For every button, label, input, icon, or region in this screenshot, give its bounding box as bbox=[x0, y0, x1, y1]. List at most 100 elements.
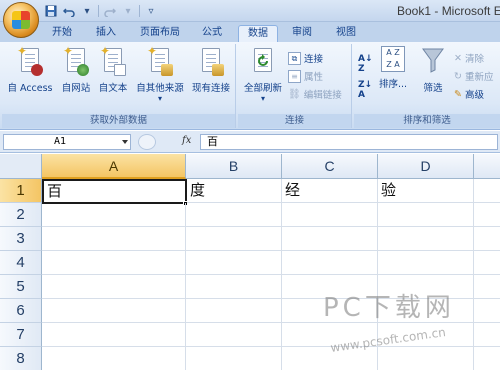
advanced-label: 高级 bbox=[464, 90, 484, 101]
row-header-1[interactable]: 1 bbox=[0, 179, 42, 203]
from-other-sources-label: 自其他来源 bbox=[136, 83, 184, 94]
cell-b1[interactable]: 度 bbox=[187, 179, 282, 203]
tab-formulas[interactable]: 公式 bbox=[198, 25, 226, 42]
save-icon[interactable] bbox=[44, 4, 58, 18]
column-header-c[interactable]: C bbox=[282, 154, 378, 179]
group-label-sort-filter: 排序和筛选 bbox=[354, 114, 500, 128]
formula-bar: A1 fx 百 bbox=[0, 131, 500, 153]
from-access-button[interactable]: ✦ 自 Access bbox=[6, 44, 54, 94]
quick-access-toolbar: ▾ ▾ ▿ bbox=[44, 4, 158, 18]
edit-links-button[interactable]: ⛓ 编辑链接 bbox=[288, 86, 342, 102]
reapply-button[interactable]: ↻ 重新应 bbox=[454, 68, 493, 84]
name-box[interactable]: A1 bbox=[3, 134, 131, 150]
access-icon: ✦ bbox=[17, 44, 43, 76]
tab-insert[interactable]: 插入 bbox=[92, 25, 120, 42]
edit-links-label: 编辑链接 bbox=[303, 90, 342, 101]
existing-connections-button[interactable]: 现有连接 bbox=[190, 46, 232, 94]
reapply-label: 重新应 bbox=[464, 72, 494, 83]
from-other-sources-button[interactable]: ✦ 自其他来源 ▾ bbox=[132, 44, 188, 103]
ribbon-tabs: 开始 插入 页面布局 公式 数据 审阅 视图 bbox=[0, 22, 500, 42]
properties-label: 属性 bbox=[304, 72, 324, 83]
office-button[interactable] bbox=[3, 2, 39, 38]
row-header-4[interactable]: 4 bbox=[0, 251, 42, 275]
tab-data[interactable]: 数据 bbox=[238, 25, 278, 42]
group-get-external-data: ✦ 自 Access ✦ 自网站 ✦ 自文本 ✦ 自其他来源 ▾ 现有连接 获取… bbox=[2, 44, 236, 128]
watermark-logo: PC下载网 bbox=[323, 293, 455, 323]
chevron-down-icon[interactable] bbox=[122, 140, 128, 144]
row-header-7[interactable]: 7 bbox=[0, 323, 42, 347]
other-sources-icon: ✦ bbox=[147, 44, 173, 76]
select-all-corner[interactable] bbox=[0, 154, 42, 179]
from-web-button[interactable]: ✦ 自网站 bbox=[58, 44, 94, 94]
column-header-b[interactable]: B bbox=[186, 154, 282, 179]
group-connections: 全部刷新 ▾ ⧉ 连接 ≡ 属性 ⛓ 编辑链接 连接 bbox=[238, 44, 352, 128]
ribbon: ✦ 自 Access ✦ 自网站 ✦ 自文本 ✦ 自其他来源 ▾ 现有连接 获取… bbox=[0, 42, 500, 130]
sort-button[interactable]: A ZZ A 排序... bbox=[376, 46, 410, 90]
row-header-6[interactable]: 6 bbox=[0, 299, 42, 323]
column-header-e[interactable] bbox=[474, 154, 500, 179]
properties-button[interactable]: ≡ 属性 bbox=[288, 68, 323, 84]
refresh-icon bbox=[250, 46, 276, 76]
customize-icon[interactable]: ▿ bbox=[144, 4, 158, 18]
formula-buttons: fx bbox=[134, 134, 200, 150]
filter-label: 筛选 bbox=[423, 83, 443, 94]
sort-label: 排序... bbox=[378, 79, 408, 90]
connections-icon: ⧉ bbox=[288, 51, 301, 65]
existing-connections-label: 现有连接 bbox=[191, 83, 230, 94]
group-sort-filter: A↓ Z Z↓ A A ZZ A 排序... 筛选 ✕ 清除 ↻ 重新应 ✎ 高级 … bbox=[354, 44, 500, 128]
from-text-button[interactable]: ✦ 自文本 bbox=[96, 44, 130, 94]
row-header-5[interactable]: 5 bbox=[0, 275, 42, 299]
filter-button[interactable]: 筛选 bbox=[418, 46, 448, 94]
refresh-all-label: 全部刷新 bbox=[243, 83, 282, 94]
from-access-label: 自 Access bbox=[7, 83, 53, 94]
group-label-connections: 连接 bbox=[238, 114, 351, 128]
cell-e1[interactable] bbox=[474, 179, 500, 203]
properties-icon: ≡ bbox=[288, 69, 301, 83]
tab-review[interactable]: 审阅 bbox=[288, 25, 316, 42]
row-header-8[interactable]: 8 bbox=[0, 347, 42, 370]
refresh-all-button[interactable]: 全部刷新 ▾ bbox=[242, 46, 284, 103]
chevron-down-icon[interactable]: ▾ bbox=[121, 4, 135, 18]
column-header-d[interactable]: D bbox=[378, 154, 474, 179]
cell-c1[interactable]: 经 bbox=[282, 179, 378, 203]
tab-home[interactable]: 开始 bbox=[48, 25, 76, 42]
toolbar-separator bbox=[139, 5, 140, 17]
title-bar: ▾ ▾ ▿ Book1 - Microsoft E bbox=[0, 0, 500, 38]
sort-desc-icon[interactable]: Z↓ A bbox=[358, 80, 372, 100]
link-icon: ⛓ bbox=[288, 88, 301, 100]
expand-icon[interactable] bbox=[138, 134, 156, 150]
clear-button[interactable]: ✕ 清除 bbox=[454, 50, 484, 66]
from-text-label: 自文本 bbox=[98, 83, 128, 94]
cell-d1[interactable]: 验 bbox=[378, 179, 474, 203]
connections-label: 连接 bbox=[304, 54, 324, 65]
row-header-3[interactable]: 3 bbox=[0, 227, 42, 251]
redo-icon[interactable] bbox=[103, 4, 117, 18]
window-title: Book1 - Microsoft E bbox=[397, 4, 500, 18]
connections-button[interactable]: ⧉ 连接 bbox=[288, 50, 323, 66]
tab-view[interactable]: 视图 bbox=[332, 25, 360, 42]
chevron-down-icon: ▾ bbox=[260, 94, 265, 103]
undo-icon[interactable] bbox=[62, 4, 76, 18]
insert-function-button[interactable]: fx bbox=[182, 135, 191, 146]
column-header-a[interactable]: A bbox=[42, 154, 186, 179]
group-label-get-external-data: 获取外部数据 bbox=[2, 114, 235, 128]
cell-a1[interactable]: 百 bbox=[42, 179, 187, 204]
reapply-icon: ↻ bbox=[454, 70, 462, 82]
advanced-button[interactable]: ✎ 高级 bbox=[454, 86, 484, 102]
chevron-down-icon[interactable]: ▾ bbox=[80, 4, 94, 18]
clear-label: 清除 bbox=[464, 54, 484, 65]
existing-connections-icon bbox=[198, 46, 224, 76]
formula-input[interactable]: 百 bbox=[200, 134, 498, 150]
chevron-down-icon: ▾ bbox=[157, 94, 162, 103]
toolbar-separator bbox=[98, 5, 99, 17]
text-icon: ✦ bbox=[100, 44, 126, 76]
row-header-2[interactable]: 2 bbox=[0, 203, 42, 227]
tab-page-layout[interactable]: 页面布局 bbox=[136, 25, 184, 42]
advanced-icon: ✎ bbox=[454, 88, 462, 100]
sort-icon: A ZZ A bbox=[381, 46, 405, 72]
web-icon: ✦ bbox=[63, 44, 89, 76]
sort-asc-icon[interactable]: A↓ Z bbox=[358, 54, 373, 74]
clear-icon: ✕ bbox=[454, 52, 462, 64]
filter-icon bbox=[420, 46, 446, 76]
office-logo-icon bbox=[12, 11, 30, 29]
